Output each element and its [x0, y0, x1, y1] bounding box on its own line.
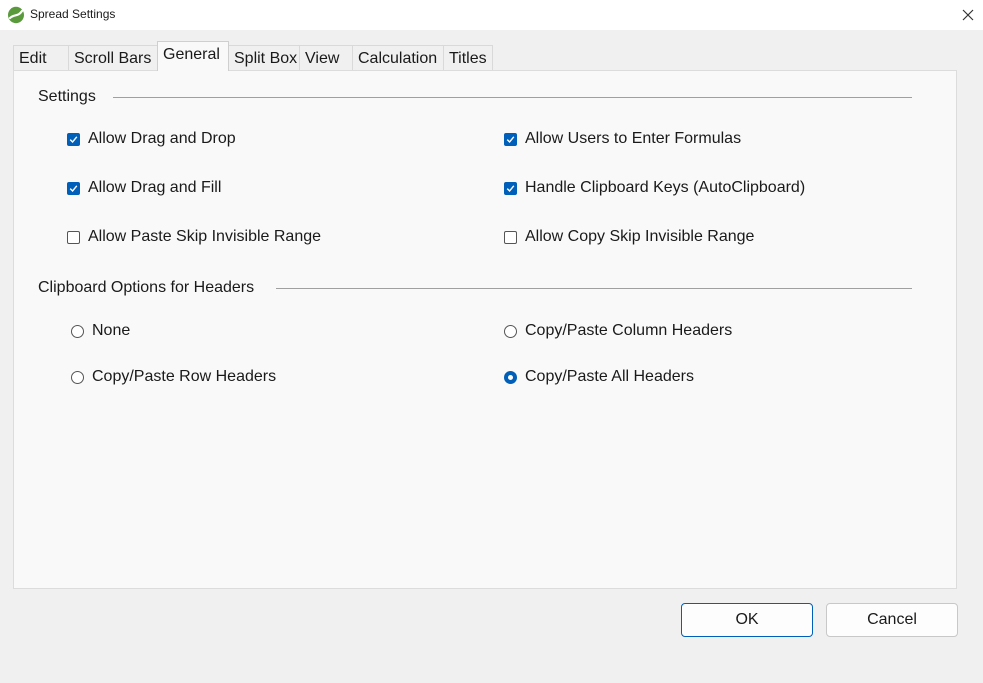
radio-column-headers[interactable]: Copy/Paste Column Headers	[504, 322, 732, 340]
radio-all-headers[interactable]: Copy/Paste All Headers	[504, 368, 694, 386]
checkbox-label: Allow Drag and Fill	[88, 179, 222, 196]
radio-label: Copy/Paste All Headers	[525, 368, 694, 385]
checkbox-checked-icon	[504, 181, 517, 195]
radio-unselected-icon	[504, 324, 517, 338]
title-bar: Spread Settings	[0, 0, 983, 30]
settings-group-header: Settings	[38, 88, 96, 105]
checkbox-unchecked-icon	[67, 230, 80, 244]
general-tab-panel: Settings Allow Drag and Drop Allow Users…	[13, 70, 957, 589]
checkbox-checked-icon	[67, 132, 80, 146]
tab-general[interactable]: General	[157, 41, 229, 71]
radio-label: None	[92, 322, 131, 339]
close-icon	[962, 9, 974, 21]
tab-calculation[interactable]: Calculation	[352, 45, 444, 71]
checkbox-label: Allow Drag and Drop	[88, 130, 236, 147]
radio-selected-icon	[504, 370, 517, 384]
spread-settings-dialog: Spread Settings Edit Scroll Bars General…	[0, 0, 983, 683]
cancel-button[interactable]: Cancel	[826, 603, 958, 637]
ok-button[interactable]: OK	[681, 603, 813, 637]
radio-unselected-icon	[71, 324, 84, 338]
radio-label: Copy/Paste Column Headers	[525, 322, 733, 339]
radio-row-headers[interactable]: Copy/Paste Row Headers	[71, 368, 276, 386]
handle-clipboard-keys-checkbox[interactable]: Handle Clipboard Keys (AutoClipboard)	[504, 179, 805, 197]
radio-unselected-icon	[71, 370, 84, 384]
spread-logo-icon	[7, 6, 25, 24]
checkbox-label: Allow Paste Skip Invisible Range	[88, 228, 322, 245]
checkbox-checked-icon	[504, 132, 517, 146]
allow-copy-skip-invisible-checkbox[interactable]: Allow Copy Skip Invisible Range	[504, 228, 754, 246]
checkbox-checked-icon	[67, 181, 80, 195]
allow-drag-fill-checkbox[interactable]: Allow Drag and Fill	[67, 179, 221, 197]
checkbox-label: Allow Copy Skip Invisible Range	[525, 228, 755, 245]
allow-drag-drop-checkbox[interactable]: Allow Drag and Drop	[67, 130, 236, 148]
radio-none[interactable]: None	[71, 322, 130, 340]
tab-titles[interactable]: Titles	[443, 45, 493, 71]
close-button[interactable]	[953, 0, 983, 30]
allow-paste-skip-invisible-checkbox[interactable]: Allow Paste Skip Invisible Range	[67, 228, 321, 246]
allow-enter-formulas-checkbox[interactable]: Allow Users to Enter Formulas	[504, 130, 741, 148]
settings-group-divider	[113, 97, 912, 98]
tab-scroll-bars[interactable]: Scroll Bars	[68, 45, 158, 71]
tab-strip: Edit Scroll Bars General Split Box View …	[13, 41, 493, 71]
clipboard-group-divider	[276, 288, 912, 289]
checkbox-label: Allow Users to Enter Formulas	[525, 130, 742, 147]
window-title: Spread Settings	[30, 7, 116, 21]
clipboard-group-header: Clipboard Options for Headers	[38, 279, 255, 296]
radio-label: Copy/Paste Row Headers	[92, 368, 277, 385]
tab-view[interactable]: View	[299, 45, 353, 71]
tab-split-box[interactable]: Split Box	[228, 45, 300, 71]
checkbox-unchecked-icon	[504, 230, 517, 244]
tab-edit[interactable]: Edit	[13, 45, 69, 71]
checkbox-label: Handle Clipboard Keys (AutoClipboard)	[525, 179, 806, 196]
